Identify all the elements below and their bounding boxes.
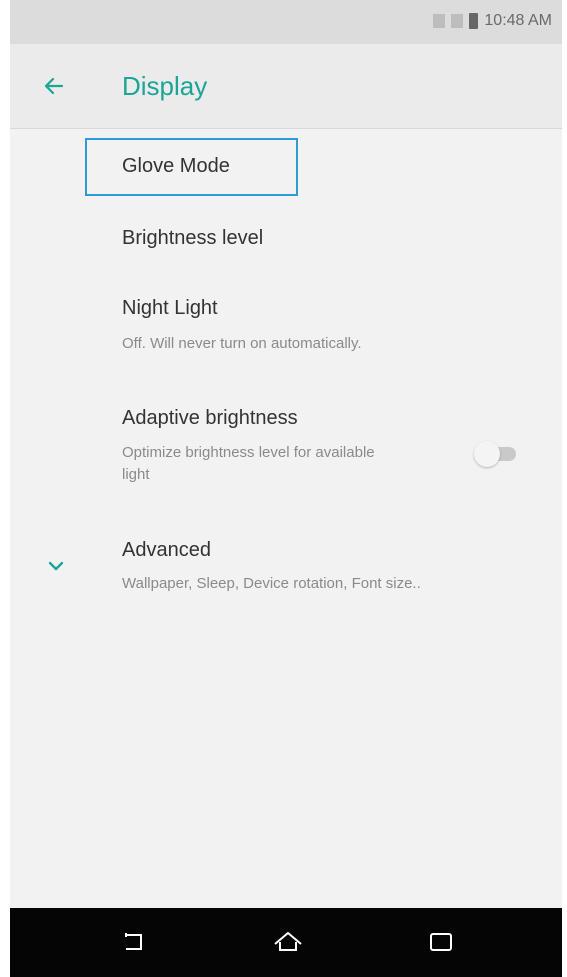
- adaptive-brightness-toggle[interactable]: [472, 440, 520, 468]
- setting-title: Adaptive brightness: [122, 407, 298, 429]
- setting-summary: Wallpaper, Sleep, Device rotation, Font …: [122, 575, 421, 592]
- setting-night-light[interactable]: Night Light Off. Will never turn on auto…: [10, 280, 562, 380]
- setting-advanced[interactable]: Advanced Wallpaper, Sleep, Device rotati…: [10, 525, 562, 615]
- setting-title: Glove Mode: [122, 155, 230, 177]
- nav-recents-button[interactable]: [421, 924, 461, 960]
- screen: 10:48 AM Display Glove Mode Brightness l…: [10, 0, 562, 977]
- navigation-bar: [10, 908, 562, 977]
- chevron-down-icon: [48, 561, 64, 571]
- setting-title: Night Light: [122, 297, 218, 319]
- status-icons: 10:48 AM: [433, 12, 552, 30]
- app-bar: Display: [10, 44, 562, 129]
- sim2-icon: [451, 14, 464, 28]
- nav-back-button[interactable]: [113, 924, 153, 960]
- back-icon: [125, 933, 142, 950]
- status-time: 10:48 AM: [484, 12, 552, 29]
- sim1-icon: [433, 14, 446, 28]
- setting-title: Brightness level: [122, 227, 264, 249]
- home-icon: [274, 932, 302, 951]
- recents-icon: [430, 933, 452, 951]
- setting-brightness-level[interactable]: Brightness level: [10, 205, 562, 271]
- nav-home-button[interactable]: [268, 924, 308, 960]
- back-button[interactable]: [34, 66, 74, 106]
- page-title: Display: [122, 71, 208, 101]
- status-bar: 10:48 AM: [10, 0, 562, 44]
- arrow-left-icon: [44, 77, 64, 95]
- setting-summary: Off. Will never turn on automatically.: [122, 335, 362, 352]
- setting-glove-mode[interactable]: Glove Mode: [10, 135, 562, 201]
- setting-title: Advanced: [122, 539, 211, 561]
- battery-icon: [469, 13, 479, 29]
- setting-summary: Optimize brightness level for available …: [122, 444, 375, 483]
- toggle-thumb: [474, 441, 500, 467]
